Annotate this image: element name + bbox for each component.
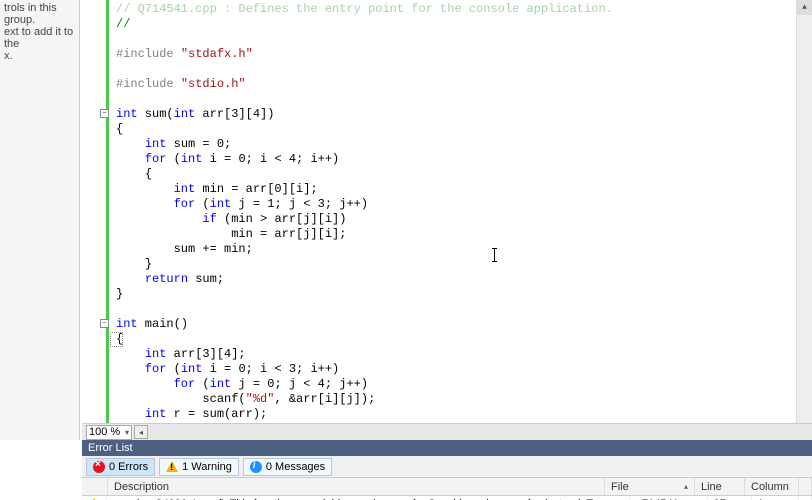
code-line[interactable]: if (min > arr[j][i]) <box>86 212 796 227</box>
error-list-title-bar[interactable]: Error List <box>82 440 812 456</box>
code-line[interactable]: #include "stdio.h" <box>86 77 796 92</box>
code-line[interactable]: min = arr[j][i]; <box>86 227 796 242</box>
row-column: 1 <box>752 496 799 500</box>
code-line[interactable]: { <box>86 122 796 137</box>
column-project[interactable] <box>799 478 812 495</box>
scroll-left-button[interactable]: ◂ <box>134 425 148 439</box>
code-content[interactable]: } <box>110 257 152 272</box>
code-line[interactable]: // <box>86 17 796 32</box>
code-line[interactable]: scanf("%d", &arr[i][j]); <box>86 392 796 407</box>
zoom-level-select[interactable]: 100 % ▾ <box>86 425 132 440</box>
error-list-toolbar: 0 Errors 1 Warning 0 Messages <box>82 456 812 478</box>
code-content[interactable]: scanf("%d", &arr[i][j]); <box>110 392 375 407</box>
outline-collapse-icon[interactable]: − <box>100 109 109 118</box>
code-line[interactable]: for (int j = 1; j < 3; j++) <box>86 197 796 212</box>
code-line[interactable]: { <box>86 167 796 182</box>
code-editor-viewport[interactable]: // Q714541.cpp : Defines the entry point… <box>86 0 796 422</box>
code-content[interactable]: int arr[3][4]; <box>110 347 246 362</box>
column-file[interactable]: File▴ <box>605 478 695 495</box>
scroll-up-button[interactable]: ▲ <box>797 0 812 15</box>
error-list-header-row[interactable]: Description File▴ Line Column <box>82 478 812 496</box>
info-icon <box>250 461 262 473</box>
messages-filter-button[interactable]: 0 Messages <box>243 458 332 476</box>
warnings-filter-button[interactable]: 1 Warning <box>159 458 239 476</box>
sort-ascending-icon: ▴ <box>684 482 688 491</box>
error-list-row[interactable]: warning C4996: 'scanf': This function or… <box>82 496 812 500</box>
row-description: warning C4996: 'scanf': This function or… <box>107 496 630 500</box>
code-line[interactable]: −int sum(int arr[3][4]) <box>86 107 796 122</box>
warning-icon <box>166 461 178 472</box>
code-line[interactable] <box>86 62 796 77</box>
code-content[interactable]: for (int j = 1; j < 3; j++) <box>110 197 368 212</box>
code-content[interactable]: { <box>110 167 152 182</box>
left-panel-text: ext to add it to the <box>4 26 75 50</box>
left-side-panel: trols in this group. ext to add it to th… <box>0 0 80 440</box>
code-line[interactable]: int sum = 0; <box>86 137 796 152</box>
column-column[interactable]: Column <box>745 478 799 495</box>
errors-filter-label: 0 Errors <box>109 461 148 473</box>
row-line: 27 <box>708 496 752 500</box>
code-content[interactable]: int sum(int arr[3][4]) <box>110 107 274 122</box>
code-content[interactable]: int main() <box>110 317 188 332</box>
code-line[interactable]: return sum; <box>86 272 796 287</box>
text-caret <box>494 248 495 262</box>
code-content[interactable]: for (int j = 0; j < 4; j++) <box>110 377 368 392</box>
code-line[interactable]: −int main() <box>86 317 796 332</box>
code-content[interactable]: if (min > arr[j][i]) <box>110 212 346 227</box>
chevron-down-icon: ▾ <box>125 428 129 437</box>
code-content[interactable]: for (int i = 0; i < 4; i++) <box>110 152 339 167</box>
errors-filter-button[interactable]: 0 Errors <box>86 458 155 476</box>
code-content[interactable]: // Q714541.cpp : Defines the entry point… <box>110 2 613 17</box>
code-line[interactable]: int r = sum(arr); <box>86 407 796 422</box>
code-content[interactable]: } <box>110 287 123 302</box>
code-content[interactable]: int min = arr[0][i]; <box>110 182 318 197</box>
code-line[interactable]: int min = arr[0][i]; <box>86 182 796 197</box>
column-severity[interactable] <box>82 478 108 495</box>
code-line[interactable] <box>86 302 796 317</box>
messages-filter-label: 0 Messages <box>266 461 325 473</box>
left-panel-text: x. <box>4 50 75 62</box>
code-line[interactable] <box>86 92 796 107</box>
code-line[interactable]: int arr[3][4]; <box>86 347 796 362</box>
code-line[interactable]: { <box>86 332 796 347</box>
code-editor[interactable]: // Q714541.cpp : Defines the entry point… <box>82 0 812 440</box>
code-line[interactable]: for (int i = 0; i < 4; i++) <box>86 152 796 167</box>
code-content[interactable]: // <box>110 17 130 32</box>
left-panel-text: trols in this group. <box>4 2 75 26</box>
code-line[interactable]: #include "stdafx.h" <box>86 47 796 62</box>
code-content[interactable]: int sum = 0; <box>110 137 231 152</box>
zoom-level-value: 100 % <box>89 426 120 438</box>
code-content[interactable]: for (int i = 0; i < 3; i++) <box>110 362 339 377</box>
error-icon <box>93 461 105 473</box>
code-line[interactable]: // Q714541.cpp : Defines the entry point… <box>86 2 796 17</box>
row-file: q714541.cpp <box>630 496 708 500</box>
code-content[interactable]: #include "stdio.h" <box>110 77 246 92</box>
code-line[interactable]: } <box>86 287 796 302</box>
error-list-title: Error List <box>88 442 133 454</box>
code-content[interactable]: int r = sum(arr); <box>110 407 267 422</box>
code-content[interactable]: { <box>110 122 123 137</box>
column-line[interactable]: Line <box>695 478 745 495</box>
outline-collapse-icon[interactable]: − <box>100 319 109 328</box>
code-line[interactable]: } <box>86 257 796 272</box>
code-content[interactable]: sum += min; <box>110 242 253 257</box>
code-content[interactable]: min = arr[j][i]; <box>110 227 346 242</box>
code-line[interactable]: for (int i = 0; i < 3; i++) <box>86 362 796 377</box>
code-content[interactable]: return sum; <box>110 272 224 287</box>
column-description[interactable]: Description <box>108 478 605 495</box>
code-line[interactable] <box>86 32 796 47</box>
vertical-scrollbar[interactable]: ▲ <box>796 0 812 423</box>
error-list-panel: Error List 0 Errors 1 Warning 0 Messages… <box>82 440 812 500</box>
warnings-filter-label: 1 Warning <box>182 461 232 473</box>
editor-zoom-bar: 100 % ▾ ◂ <box>82 423 812 440</box>
code-content[interactable]: { <box>110 332 123 347</box>
code-line[interactable]: sum += min; <box>86 242 796 257</box>
code-line[interactable]: for (int j = 0; j < 4; j++) <box>86 377 796 392</box>
code-content[interactable]: #include "stdafx.h" <box>110 47 253 62</box>
